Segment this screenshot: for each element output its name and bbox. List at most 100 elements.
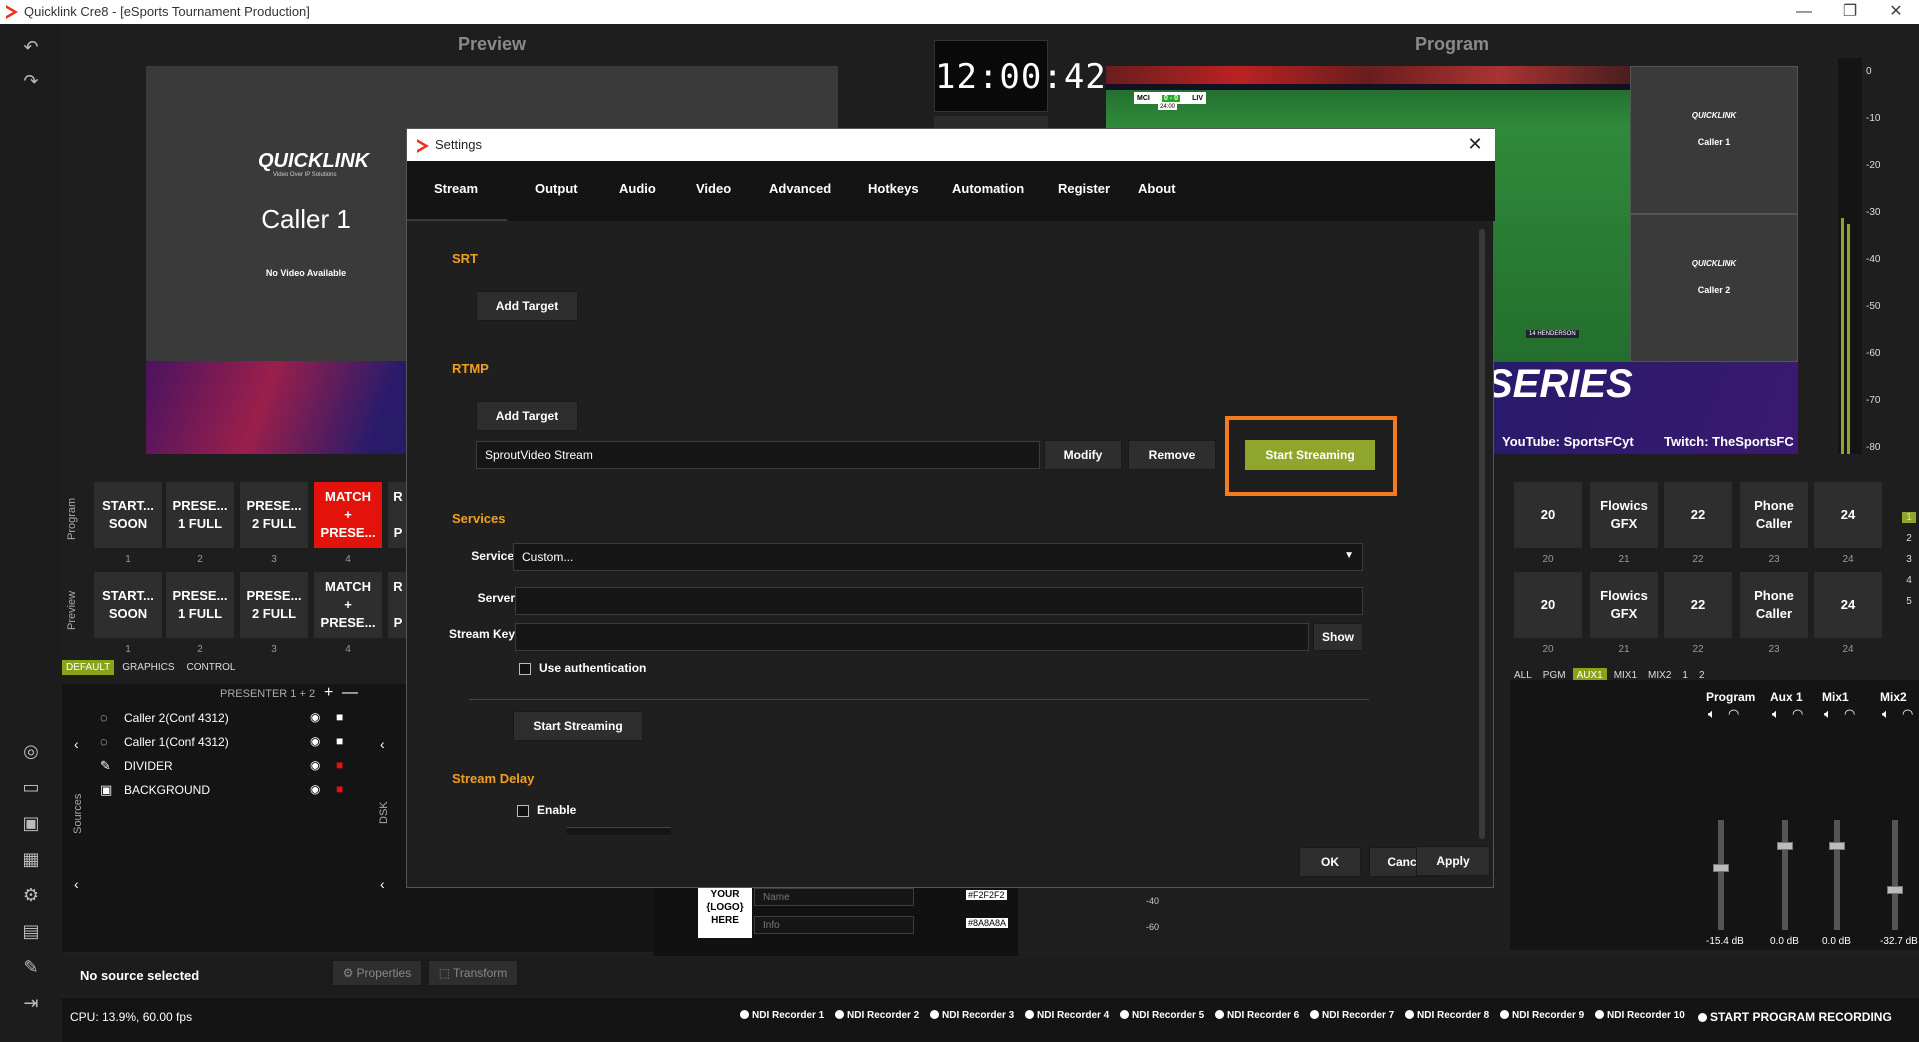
tab-advanced[interactable]: Advanced (769, 181, 831, 196)
program-scene-button[interactable]: 24 (1814, 482, 1882, 548)
preview-scene-button[interactable]: Phone Caller (1740, 572, 1808, 638)
layout-grid-icon[interactable]: ▦ (18, 846, 44, 872)
info-color-swatch[interactable]: #8A8A8A (966, 918, 1009, 928)
source-item[interactable]: Caller 1(Conf 4312) (124, 735, 229, 757)
headphones-icon[interactable]: ◠ (1792, 706, 1803, 722)
ndi-recorder-toggle[interactable]: NDI Recorder 6 (1215, 1010, 1299, 1021)
preview-scene-button[interactable]: Flowics GFX (1590, 572, 1658, 638)
sources-collapse-icon[interactable]: ‹ (74, 736, 79, 752)
start-streaming-button[interactable]: Start Streaming (513, 711, 643, 741)
tab-register[interactable]: Register (1058, 181, 1110, 196)
preview-scene-button[interactable]: 20 (1514, 572, 1582, 638)
logo-placeholder[interactable]: YOUR {LOGO} HERE (698, 888, 752, 938)
lower-third-info-input[interactable]: Info (754, 916, 914, 934)
stream-delay-enable-checkbox[interactable] (517, 805, 529, 817)
preview-scene-button[interactable]: R P (388, 572, 408, 638)
program-scene-button[interactable]: R P (388, 482, 408, 548)
speaker-icon[interactable]: 🔈︎ (1882, 706, 1890, 722)
ndi-recorder-toggle[interactable]: NDI Recorder 1 (740, 1010, 824, 1021)
lock-icon[interactable]: ■ (336, 782, 343, 796)
visibility-eye-icon[interactable]: ◉ (310, 782, 320, 796)
preview-scene-button[interactable]: 24 (1814, 572, 1882, 638)
stream-key-input[interactable] (515, 623, 1309, 651)
mixer-fader-knob[interactable] (1777, 842, 1793, 850)
mixer-fader-knob[interactable] (1887, 886, 1903, 894)
tab-output[interactable]: Output (535, 181, 578, 196)
ndi-recorder-toggle[interactable]: NDI Recorder 8 (1405, 1010, 1489, 1021)
headphones-icon[interactable]: ◠ (1844, 706, 1855, 722)
scene-page-1[interactable]: 1 (1902, 512, 1916, 523)
speaker-icon[interactable]: 🔈︎ (1824, 706, 1832, 722)
settings-close-button[interactable]: ✕ (1463, 133, 1487, 157)
tab-hotkeys[interactable]: Hotkeys (868, 181, 919, 196)
ndi-recorder-toggle[interactable]: NDI Recorder 3 (930, 1010, 1014, 1021)
dsk-collapse-icon[interactable]: ‹ (380, 736, 385, 752)
program-scene-button[interactable]: START... SOON (94, 482, 162, 548)
mixer-fader-knob[interactable] (1713, 864, 1729, 872)
program-scene-button[interactable]: 22 (1664, 482, 1732, 548)
use-auth-checkbox[interactable] (519, 663, 531, 675)
visibility-eye-icon[interactable]: ◉ (310, 758, 320, 772)
remove-button[interactable]: Remove (1128, 440, 1216, 470)
program-scene-button[interactable]: MATCH + PRESE... (314, 482, 382, 548)
tab-control[interactable]: CONTROL (183, 660, 240, 675)
srt-add-target-button[interactable]: Add Target (476, 291, 578, 321)
headphones-icon[interactable]: ◠ (1902, 706, 1913, 722)
tab-stream[interactable]: Stream (434, 181, 478, 196)
scene-page-4[interactable]: 4 (1902, 575, 1916, 586)
lower-third-name-input[interactable]: Name (754, 888, 914, 906)
display-icon[interactable]: ▣ (18, 810, 44, 836)
remove-source-icon[interactable]: — (342, 684, 358, 702)
restore-button[interactable]: ❐ (1827, 0, 1873, 24)
lock-icon[interactable]: ■ (336, 734, 343, 748)
program-scene-button[interactable]: 20 (1514, 482, 1582, 548)
start-streaming-target-button[interactable]: Start Streaming (1245, 440, 1375, 470)
ndi-recorder-toggle[interactable]: NDI Recorder 7 (1310, 1010, 1394, 1021)
preview-scene-button[interactable]: PRESE... 2 FULL (240, 572, 308, 638)
ok-button[interactable]: OK (1299, 847, 1361, 877)
ndi-recorder-toggle[interactable]: NDI Recorder 9 (1500, 1010, 1584, 1021)
ndi-recorder-toggle[interactable]: NDI Recorder 5 (1120, 1010, 1204, 1021)
start-program-recording[interactable]: START PROGRAM RECORDING (1698, 1010, 1892, 1024)
exit-icon[interactable]: ⇥ (18, 990, 44, 1016)
program-scene-button[interactable]: PRESE... 1 FULL (166, 482, 234, 548)
ndi-recorder-toggle[interactable]: NDI Recorder 2 (835, 1010, 919, 1021)
program-scene-button[interactable]: Flowics GFX (1590, 482, 1658, 548)
rtmp-add-target-button[interactable]: Add Target (476, 401, 578, 431)
source-item[interactable]: BACKGROUND (124, 783, 210, 805)
lock-icon[interactable]: ■ (336, 758, 343, 772)
server-input[interactable] (515, 587, 1363, 615)
dsk-expand-icon[interactable]: ‹ (380, 876, 385, 892)
tab-audio[interactable]: Audio (619, 181, 656, 196)
properties-button[interactable]: ⚙ Properties (332, 960, 422, 986)
tab-graphics[interactable]: GRAPHICS (118, 660, 178, 675)
speaker-icon[interactable]: 🔈︎ (1772, 706, 1780, 722)
program-scene-button[interactable]: PRESE... 2 FULL (240, 482, 308, 548)
minimize-button[interactable]: — (1781, 0, 1827, 24)
scene-page-3[interactable]: 3 (1902, 554, 1916, 565)
ndi-recorder-toggle[interactable]: NDI Recorder 10 (1595, 1010, 1685, 1021)
speaker-icon[interactable]: 🔈︎ (1708, 706, 1716, 722)
modify-button[interactable]: Modify (1044, 440, 1122, 470)
quicklink-icon[interactable]: ◎ (18, 738, 44, 764)
lock-icon[interactable]: ■ (336, 710, 343, 724)
sources-expand-icon[interactable]: ‹ (74, 876, 79, 892)
source-item[interactable]: Caller 2(Conf 4312) (124, 711, 229, 733)
window-close-button[interactable]: ✕ (1873, 0, 1919, 24)
visibility-eye-icon[interactable]: ◉ (310, 734, 320, 748)
undo-icon[interactable]: ↶ (18, 34, 44, 60)
monitor-icon[interactable]: ▭ (18, 774, 44, 800)
ndi-recorder-toggle[interactable]: NDI Recorder 4 (1025, 1010, 1109, 1021)
preview-scene-button[interactable]: MATCH + PRESE... (314, 572, 382, 638)
settings-gear-icon[interactable]: ⚙ (18, 882, 44, 908)
show-key-button[interactable]: Show (1313, 623, 1363, 651)
add-source-icon[interactable]: + (324, 684, 333, 702)
source-item[interactable]: DIVIDER (124, 759, 173, 781)
preview-scene-button[interactable]: 22 (1664, 572, 1732, 638)
files-icon[interactable]: ▤ (18, 918, 44, 944)
program-scene-button[interactable]: Phone Caller (1740, 482, 1808, 548)
delay-spinbox[interactable] (567, 827, 671, 835)
transform-button[interactable]: ⬚ Transform (428, 960, 518, 986)
tab-about[interactable]: About (1138, 181, 1176, 196)
scene-page-5[interactable]: 5 (1902, 596, 1916, 607)
